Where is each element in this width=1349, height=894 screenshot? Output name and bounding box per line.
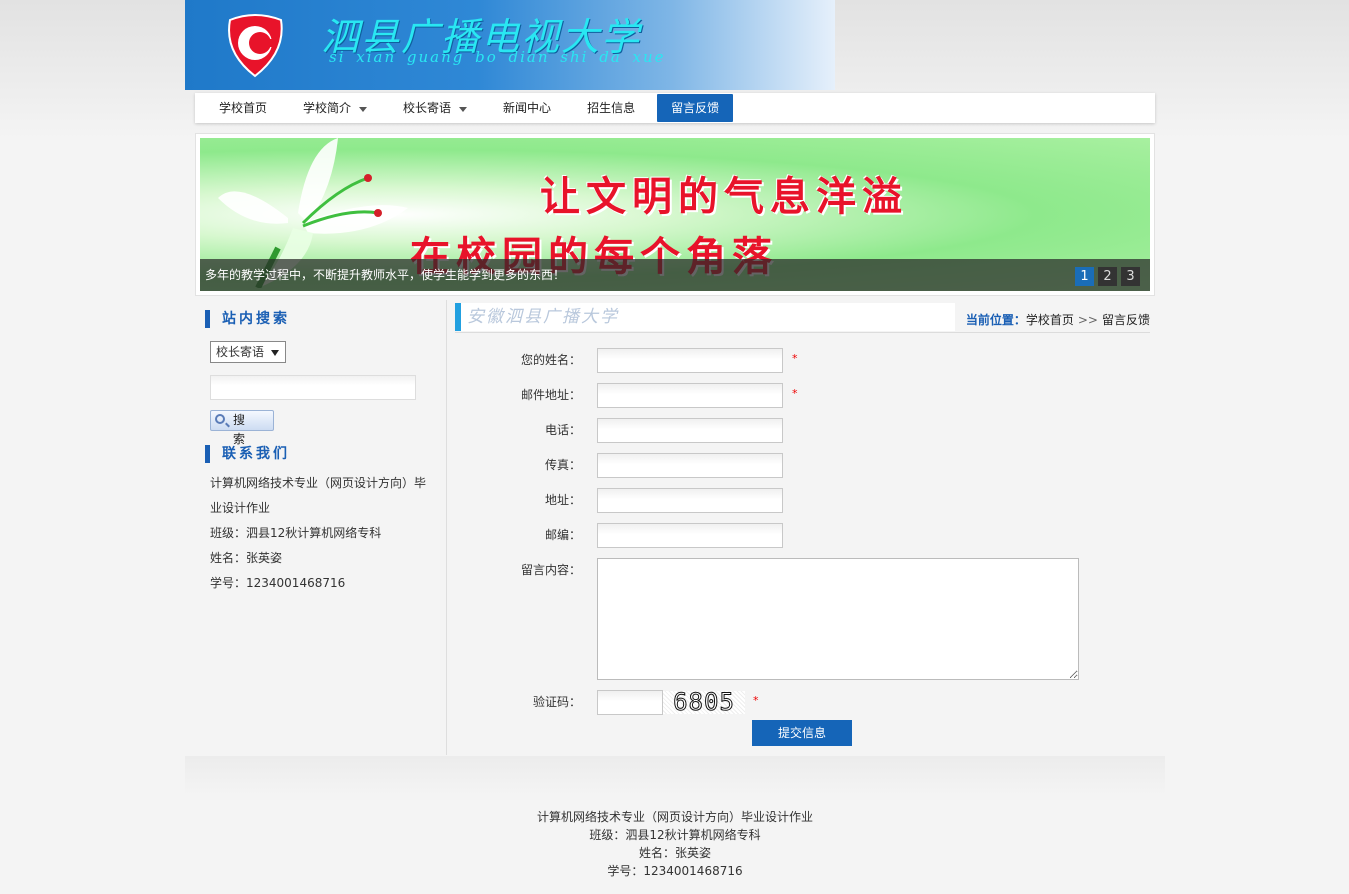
nav-item-label: 新闻中心 <box>503 101 552 115</box>
nav-item-principal[interactable]: 校长寄语 <box>389 94 481 122</box>
banner-page-2[interactable]: 2 <box>1098 267 1117 286</box>
section-title: 安徽泗县广播大学 <box>455 303 955 331</box>
banner-page-3[interactable]: 3 <box>1121 267 1140 286</box>
contact-line: 学号：1234001468716 <box>210 576 346 590</box>
nav-item-admissions[interactable]: 招生信息 <box>573 94 649 122</box>
banner-headline-1: 让文明的气息洋溢 <box>540 173 908 220</box>
address-field[interactable] <box>597 488 783 513</box>
main-nav: 学校首页 学校简介 校长寄语 新闻中心 招生信息 留言反馈 <box>195 93 1155 123</box>
name-label: 您的姓名： <box>520 353 581 367</box>
contact-info: 计算机网络技术专业（网页设计方向）毕业设计作业 班级：泗县12秋计算机网络专科 … <box>210 471 435 596</box>
contact-heading: 联系我们 <box>205 445 290 463</box>
fax-field[interactable] <box>597 453 783 478</box>
chevron-down-icon <box>459 106 468 112</box>
captcha-image[interactable]: 6805 <box>663 690 745 715</box>
breadcrumb-home-link[interactable]: 学校首页 <box>1026 313 1074 327</box>
search-input[interactable] <box>210 375 416 400</box>
zip-label: 邮编： <box>544 528 581 542</box>
nav-item-label: 学校首页 <box>219 101 268 115</box>
site-header: 泗县广播电视大学 si xian guang bo dian shi da xu… <box>185 0 835 90</box>
footer-line: 姓名：张英姿 <box>638 846 711 860</box>
banner-page-1[interactable]: 1 <box>1075 267 1094 286</box>
select-value: 校长寄语 <box>216 345 265 359</box>
address-label: 地址： <box>544 493 581 507</box>
email-label: 邮件地址： <box>520 388 581 402</box>
banner-pager: 1 2 3 <box>1075 267 1140 286</box>
banner-image: 让文明的气息洋溢 在校园的每个角落 多年的教学过程中，不断提升教师水平，使学生能… <box>200 138 1150 291</box>
sidebar: 站内搜索 校长寄语 搜 索 联系我们 计算机网络技术专业（网页设计方向）毕业设计… <box>195 300 447 755</box>
search-button-label: 搜 索 <box>233 413 252 446</box>
nav-item-label: 校长寄语 <box>403 101 452 115</box>
contact-line: 班级：泗县12秋计算机网络专科 <box>210 526 382 540</box>
nav-item-label: 留言反馈 <box>671 101 720 115</box>
zip-field[interactable] <box>597 523 783 548</box>
captcha-field[interactable] <box>597 690 663 715</box>
email-field[interactable] <box>597 383 783 408</box>
footer-line: 班级：泗县12秋计算机网络专科 <box>589 828 761 842</box>
location-path: 当前位置：学校首页 >> 留言反馈 <box>966 311 1150 328</box>
required-mark: * <box>753 694 759 707</box>
phone-label: 电话： <box>544 423 581 437</box>
footer-line: 学号：1234001468716 <box>607 864 743 878</box>
phone-field[interactable] <box>597 418 783 443</box>
submit-button[interactable]: 提交信息 <box>752 720 852 746</box>
search-category-select[interactable]: 校长寄语 <box>210 341 286 363</box>
captcha-label: 验证码： <box>532 695 581 709</box>
search-heading: 站内搜索 <box>205 310 290 328</box>
contact-line: 计算机网络技术专业（网页设计方向）毕业设计作业 <box>210 476 427 515</box>
search-button[interactable]: 搜 索 <box>210 410 274 446</box>
name-field[interactable] <box>597 348 783 373</box>
site-footer: 计算机网络技术专业（网页设计方向）毕业设计作业 班级：泗县12秋计算机网络专科 … <box>185 756 1165 894</box>
nav-item-news[interactable]: 新闻中心 <box>489 94 565 122</box>
breadcrumb: 安徽泗县广播大学 当前位置：学校首页 >> 留言反馈 <box>455 303 1150 333</box>
search-icon <box>215 414 225 424</box>
message-label: 留言内容： <box>520 563 581 577</box>
footer-line: 计算机网络技术专业（网页设计方向）毕业设计作业 <box>536 810 813 824</box>
nav-item-label: 招生信息 <box>587 101 636 115</box>
breadcrumb-current: 留言反馈 <box>1101 313 1150 327</box>
required-mark: * <box>792 352 798 365</box>
footer-info: 计算机网络技术专业（网页设计方向）毕业设计作业 班级：泗县12秋计算机网络专科 … <box>185 808 1165 880</box>
message-textarea[interactable] <box>597 558 1079 680</box>
banner-caption: 多年的教学过程中，不断提升教师水平，使学生能学到更多的东西！ <box>200 259 1150 291</box>
nav-item-about[interactable]: 学校简介 <box>289 94 381 122</box>
banner-slider: 让文明的气息洋溢 在校园的每个角落 多年的教学过程中，不断提升教师水平，使学生能… <box>195 133 1155 296</box>
school-logo-icon <box>228 14 283 78</box>
site-pinyin: si xian guang bo dian shi da xue <box>329 48 666 66</box>
contact-line: 姓名：张英姿 <box>210 551 283 565</box>
nav-item-home[interactable]: 学校首页 <box>205 94 281 122</box>
location-label: 当前位置： <box>965 313 1026 327</box>
dropdown-arrow-icon <box>271 350 279 356</box>
nav-item-label: 学校简介 <box>303 101 352 115</box>
required-mark: * <box>792 387 798 400</box>
chevron-down-icon <box>359 106 368 112</box>
nav-item-feedback[interactable]: 留言反馈 <box>657 94 734 122</box>
fax-label: 传真： <box>544 458 581 472</box>
breadcrumb-separator: >> <box>1077 313 1098 327</box>
